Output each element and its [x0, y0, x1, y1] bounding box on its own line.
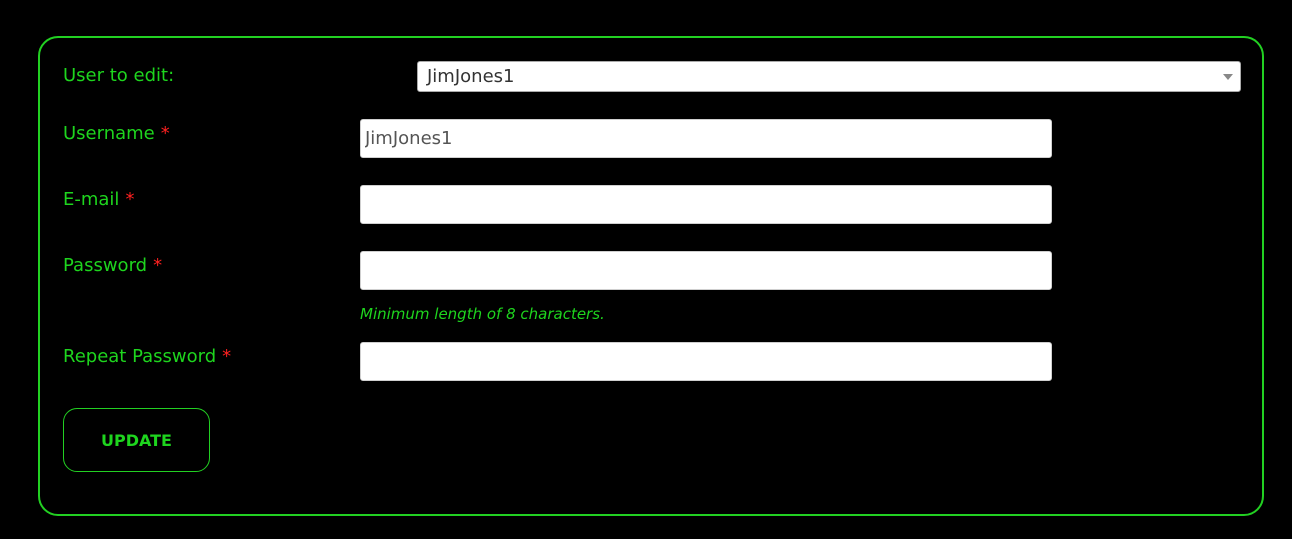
- email-input[interactable]: [360, 185, 1052, 224]
- password-label-text: Password: [63, 255, 148, 276]
- username-input[interactable]: [360, 119, 1052, 158]
- update-button[interactable]: UPDATE: [63, 408, 210, 472]
- user-select[interactable]: JimJones1: [417, 61, 1241, 92]
- repeat-password-label: Repeat Password *: [63, 346, 231, 368]
- user-to-edit-label: User to edit:: [63, 65, 175, 86]
- user-select-value: JimJones1: [427, 66, 515, 87]
- password-hint: Minimum length of 8 characters.: [360, 305, 605, 323]
- email-label: E-mail *: [63, 189, 134, 211]
- repeat-password-label-text: Repeat Password: [63, 346, 217, 367]
- password-input[interactable]: [360, 251, 1052, 290]
- required-asterisk: *: [160, 123, 170, 144]
- username-label: Username *: [63, 123, 170, 145]
- required-asterisk: *: [125, 189, 135, 210]
- password-label: Password *: [63, 255, 162, 277]
- required-asterisk: *: [153, 255, 163, 276]
- chevron-down-icon[interactable]: [1223, 74, 1233, 80]
- required-asterisk: *: [222, 346, 232, 367]
- email-label-text: E-mail: [63, 189, 120, 210]
- username-label-text: Username: [63, 123, 155, 144]
- repeat-password-input[interactable]: [360, 342, 1052, 381]
